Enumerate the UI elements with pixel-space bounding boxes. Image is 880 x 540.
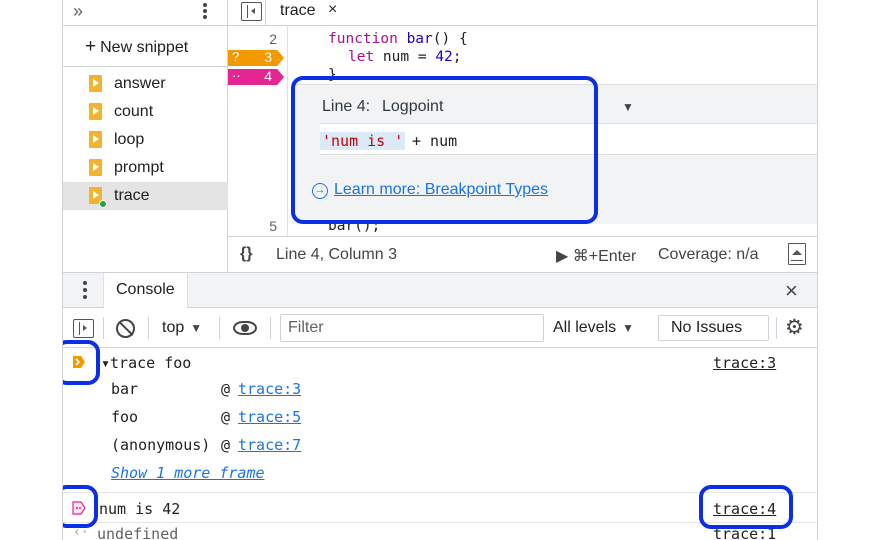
filter-input[interactable]: Filter [280, 314, 544, 342]
frame-at: @ [221, 436, 231, 454]
navigator-menu-icon[interactable] [202, 2, 208, 22]
snippet-file-icon [89, 103, 102, 120]
tab-label: trace [280, 2, 316, 19]
running-status-dot [99, 200, 107, 208]
snippet-label: trace [114, 187, 150, 204]
trace-header[interactable]: ▾trace foo [101, 354, 191, 372]
plus-icon: + [85, 36, 97, 57]
log-output: num is 42 [99, 500, 181, 518]
chevron-down-icon[interactable]: ▼ [622, 100, 634, 114]
coverage-status: Coverage: n/a [658, 246, 759, 263]
frame-function: bar [111, 380, 139, 398]
show-more-frames-link[interactable]: Show 1 more frame [111, 464, 265, 482]
toggle-navigator-icon[interactable] [241, 2, 262, 21]
editor-status-bar: {} Line 4, Column 3 ▶ ⌘+Enter Coverage: … [228, 236, 817, 272]
keyword: let [348, 49, 375, 65]
snippets-navigator: » +New snippet answer count loop prompt [63, 0, 228, 272]
console-message-trace: ▾trace foo trace:3 bar @ trace:3 foo @ t… [63, 348, 817, 490]
snippet-file-icon [89, 75, 102, 92]
snippet-item-trace[interactable]: trace [63, 182, 228, 210]
devtools-window: » +New snippet answer count loop prompt [62, 0, 818, 540]
logpoint-marker[interactable]: ·· 4 [228, 69, 284, 85]
code-text: num = [374, 49, 436, 65]
divider [270, 317, 271, 339]
keyword: function [328, 31, 398, 47]
divider [776, 317, 777, 339]
frame-at: @ [221, 408, 231, 426]
line-number[interactable]: 5 [269, 218, 277, 234]
drawer-tab-bar: Console × [63, 272, 817, 309]
result-value: undefined [97, 525, 179, 540]
line-gutter: 2 ? 3 ·· 4 5 [228, 26, 288, 236]
line-number[interactable]: 2 [269, 31, 277, 47]
navigator-header: » [63, 0, 228, 26]
cursor-position: Line 4, Column 3 [276, 246, 397, 263]
snippet-item-answer[interactable]: answer [63, 70, 228, 98]
frame-source-link[interactable]: trace:3 [238, 380, 301, 398]
frame-source-link[interactable]: trace:7 [238, 436, 301, 454]
code-line-3[interactable]: let num = 42; [348, 49, 462, 65]
conditional-icon: ? [232, 49, 240, 64]
snippet-item-count[interactable]: count [63, 98, 228, 126]
frame-source-link[interactable]: trace:5 [238, 408, 301, 426]
close-tab-icon[interactable]: × [328, 1, 337, 19]
levels-label: All levels [553, 319, 617, 336]
new-snippet-label: New snippet [100, 39, 189, 56]
log-levels-select[interactable]: All levels ▼ [553, 319, 634, 337]
number-literal: 42 [435, 49, 453, 65]
divider [148, 317, 149, 339]
run-snippet-button[interactable]: ▶ ⌘+Enter [556, 246, 636, 266]
context-select[interactable]: top ▼ [162, 319, 202, 337]
code-text: ; [452, 49, 462, 65]
function-name: bar [406, 31, 433, 47]
live-expression-eye-icon[interactable] [233, 321, 257, 335]
snippet-file-icon [89, 159, 102, 176]
code-line-2[interactable]: function bar() { [328, 31, 468, 47]
logpoint-icon: ·· [232, 68, 241, 83]
context-label: top [162, 319, 185, 336]
highlight-box [699, 485, 793, 529]
tab-console[interactable]: Console [103, 273, 188, 309]
highlight-box [63, 485, 98, 528]
chevron-down-icon: ▼ [622, 321, 635, 335]
divider [103, 317, 104, 339]
highlight-box [291, 76, 598, 224]
snippet-label: loop [114, 131, 145, 148]
snippet-file-icon [89, 131, 102, 148]
drawer-menu-icon[interactable] [83, 281, 87, 302]
line-number: 4 [264, 68, 272, 84]
frame-function: (anonymous) [111, 436, 211, 454]
new-snippet-button[interactable]: + New snippet [85, 36, 188, 58]
frame-at: @ [221, 380, 231, 398]
clear-console-icon[interactable] [116, 319, 135, 338]
console-toolbar: top ▼ Filter All levels ▼ No Issues ⚙ [63, 308, 817, 348]
divider [219, 317, 220, 339]
close-drawer-icon[interactable]: × [785, 278, 798, 304]
coverage-icon[interactable] [788, 243, 806, 265]
gear-icon[interactable]: ⚙ [785, 317, 804, 339]
divider [63, 66, 228, 67]
conditional-breakpoint-marker[interactable]: ? 3 [228, 50, 284, 66]
more-tabs-icon[interactable]: » [73, 0, 83, 22]
snippet-item-loop[interactable]: loop [63, 126, 228, 154]
code-text: () { [432, 31, 468, 47]
snippet-label: answer [114, 75, 166, 92]
pretty-print-button[interactable]: {} [240, 245, 252, 263]
source-link[interactable]: trace:3 [713, 354, 776, 372]
highlight-box [63, 340, 100, 385]
issues-button[interactable]: No Issues [658, 315, 769, 341]
chevron-down-icon: ▼ [190, 321, 203, 335]
show-sidebar-icon[interactable] [73, 319, 94, 338]
tab-trace[interactable]: trace × [265, 0, 383, 26]
line-number: 3 [264, 49, 272, 65]
snippet-item-prompt[interactable]: prompt [63, 154, 228, 182]
snippet-label: prompt [114, 159, 164, 176]
frame-function: foo [111, 408, 139, 426]
snippet-label: count [114, 103, 154, 120]
editor-tab-bar: trace × [228, 0, 817, 26]
